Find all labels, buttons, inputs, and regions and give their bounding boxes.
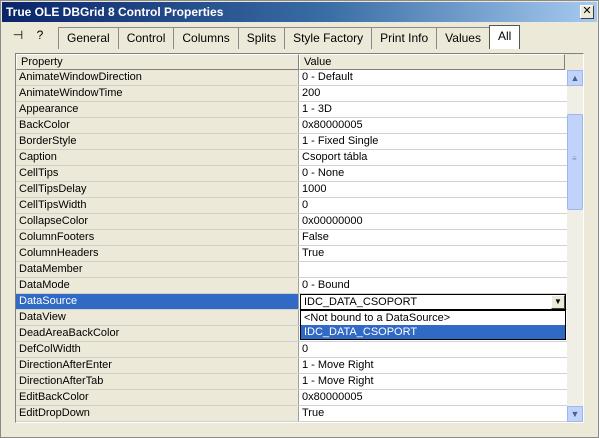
scroll-down-icon: ▼ xyxy=(570,409,580,419)
property-value-cell[interactable]: 1000 xyxy=(299,182,567,197)
tab-splits[interactable]: Splits xyxy=(237,27,286,49)
table-row[interactable]: Appearance 1 - 3D xyxy=(16,102,567,118)
table-row[interactable]: DataMember xyxy=(16,262,567,278)
property-value-cell[interactable]: 0x80000005 xyxy=(299,118,567,133)
title-bar: True OLE DBGrid 8 Control Properties ✕ xyxy=(2,2,597,22)
tab-strip: General Control Columns Splits Style Fac… xyxy=(58,25,521,49)
table-row[interactable]: ColumnHeaders True xyxy=(16,246,567,262)
property-value-cell[interactable]: False xyxy=(299,230,567,245)
table-row[interactable]: DirectionAfterTab 1 - Move Right xyxy=(16,374,567,390)
property-name-cell[interactable]: CellTipsDelay xyxy=(16,182,299,197)
close-button[interactable]: ✕ xyxy=(580,5,594,19)
property-value-cell[interactable] xyxy=(299,262,567,277)
datasource-dropdown-list: <Not bound to a DataSource> IDC_DATA_CSO… xyxy=(300,310,566,340)
table-row[interactable]: EditBackColor 0x80000005 xyxy=(16,390,567,406)
tab-control[interactable]: Control xyxy=(117,27,175,49)
property-value-cell[interactable]: 0 - Bound xyxy=(299,278,567,293)
table-row[interactable]: DataMode 0 - Bound xyxy=(16,278,567,294)
property-name-cell[interactable]: AnimateWindowTime xyxy=(16,86,299,101)
property-value-cell[interactable]: 0 - Default xyxy=(299,70,567,85)
property-name-cell[interactable]: BorderStyle xyxy=(16,134,299,149)
table-row[interactable]: DefColWidth 0 xyxy=(16,342,567,358)
table-row[interactable]: Caption Csoport tábla xyxy=(16,150,567,166)
property-value-cell[interactable]: 0 xyxy=(299,342,567,357)
property-value-cell[interactable]: True xyxy=(299,246,567,261)
property-name-cell[interactable]: Appearance xyxy=(16,102,299,117)
property-name-cell[interactable]: DataSource xyxy=(16,294,299,309)
property-value-cell[interactable]: 0x00000000 xyxy=(299,214,567,229)
property-name-cell[interactable]: Caption xyxy=(16,150,299,165)
datasource-combo-value: IDC_DATA_CSOPORT xyxy=(304,296,418,308)
help-icon[interactable]: ? xyxy=(32,27,48,43)
dropdown-button[interactable]: ▼ xyxy=(551,295,565,309)
table-row[interactable]: CellTips 0 - None xyxy=(16,166,567,182)
table-row[interactable]: DirectionAfterEnter 1 - Move Right xyxy=(16,358,567,374)
property-value-cell[interactable]: 1 - Fixed Single xyxy=(299,134,567,149)
property-value-cell[interactable]: 0 xyxy=(299,198,567,213)
table-row[interactable]: AnimateWindowTime 200 xyxy=(16,86,567,102)
property-grid: Property Value AnimateWindowDirection 0 -… xyxy=(15,53,584,423)
table-row[interactable]: CollapseColor 0x00000000 xyxy=(16,214,567,230)
property-name-cell[interactable]: DataMode xyxy=(16,278,299,293)
property-name-cell[interactable]: DefColWidth xyxy=(16,342,299,357)
table-row[interactable]: CellTipsWidth 0 xyxy=(16,198,567,214)
property-name-cell[interactable]: DataMember xyxy=(16,262,299,277)
table-row[interactable]: CellTipsDelay 1000 xyxy=(16,182,567,198)
properties-dialog: True OLE DBGrid 8 Control Properties ✕ ⊣… xyxy=(0,0,599,438)
scroll-down-button[interactable]: ▼ xyxy=(567,406,583,422)
property-column-header[interactable]: Property xyxy=(16,54,299,70)
table-row[interactable]: EditDropDown True xyxy=(16,406,567,422)
property-name-cell[interactable]: DataView xyxy=(16,310,299,325)
pin-icon[interactable]: ⊣ xyxy=(10,27,26,43)
scroll-up-button[interactable]: ▲ xyxy=(567,70,583,86)
property-value-cell[interactable]: 1 - Move Right xyxy=(299,358,567,373)
tab-general[interactable]: General xyxy=(58,27,119,49)
tab-values[interactable]: Values xyxy=(436,27,490,49)
tab-style-factory[interactable]: Style Factory xyxy=(284,27,373,49)
tab-all[interactable]: All xyxy=(488,25,521,49)
property-name-cell[interactable]: EditBackColor xyxy=(16,390,299,405)
property-value-cell[interactable]: 200 xyxy=(299,86,567,101)
property-name-cell[interactable]: DirectionAfterTab xyxy=(16,374,299,389)
property-value-cell[interactable]: 0x80000005 xyxy=(299,390,567,405)
scroll-up-icon: ▲ xyxy=(570,73,580,83)
property-name-cell[interactable]: ColumnFooters xyxy=(16,230,299,245)
chevron-down-icon: ▼ xyxy=(554,297,562,306)
property-name-cell[interactable]: EditDropDown xyxy=(16,406,299,421)
property-value-cell[interactable]: 0 - None xyxy=(299,166,567,181)
property-value-cell[interactable]: True xyxy=(299,406,567,421)
window-title: True OLE DBGrid 8 Control Properties xyxy=(6,5,224,19)
scroll-thumb[interactable]: ≡ xyxy=(567,114,583,210)
property-name-cell[interactable]: DirectionAfterEnter xyxy=(16,358,299,373)
datasource-combo[interactable]: IDC_DATA_CSOPORT ▼ xyxy=(300,294,566,310)
table-row[interactable]: AnimateWindowDirection 0 - Default xyxy=(16,70,567,86)
property-name-cell[interactable]: AnimateWindowDirection xyxy=(16,70,299,85)
table-row[interactable]: ColumnFooters False xyxy=(16,230,567,246)
close-icon: ✕ xyxy=(582,5,592,17)
vertical-scrollbar[interactable]: ▲ ≡ ▼ xyxy=(567,70,583,422)
property-value-cell[interactable]: Csoport tábla xyxy=(299,150,567,165)
property-name-cell[interactable]: CollapseColor xyxy=(16,214,299,229)
grip-icon: ≡ xyxy=(572,154,577,163)
property-name-cell[interactable]: DeadAreaBackColor xyxy=(16,326,299,341)
property-name-cell[interactable]: BackColor xyxy=(16,118,299,133)
tab-columns[interactable]: Columns xyxy=(173,27,239,49)
property-name-cell[interactable]: CellTips xyxy=(16,166,299,181)
dropdown-option[interactable]: IDC_DATA_CSOPORT xyxy=(301,325,565,339)
property-name-cell[interactable]: ColumnHeaders xyxy=(16,246,299,261)
table-row[interactable]: BackColor 0x80000005 xyxy=(16,118,567,134)
grid-rows: AnimateWindowDirection 0 - Default Animate… xyxy=(16,70,567,422)
tab-print-info[interactable]: Print Info xyxy=(371,27,438,49)
table-row[interactable]: BorderStyle 1 - Fixed Single xyxy=(16,134,567,150)
grid-header: Property Value xyxy=(16,54,583,70)
toolbar: ⊣ ? General Control Columns Splits Style… xyxy=(2,23,598,49)
value-column-header[interactable]: Value xyxy=(299,54,565,70)
property-value-cell[interactable]: 1 - 3D xyxy=(299,102,567,117)
dropdown-option[interactable]: <Not bound to a DataSource> xyxy=(301,311,565,325)
property-value-cell[interactable]: 1 - Move Right xyxy=(299,374,567,389)
property-name-cell[interactable]: CellTipsWidth xyxy=(16,198,299,213)
